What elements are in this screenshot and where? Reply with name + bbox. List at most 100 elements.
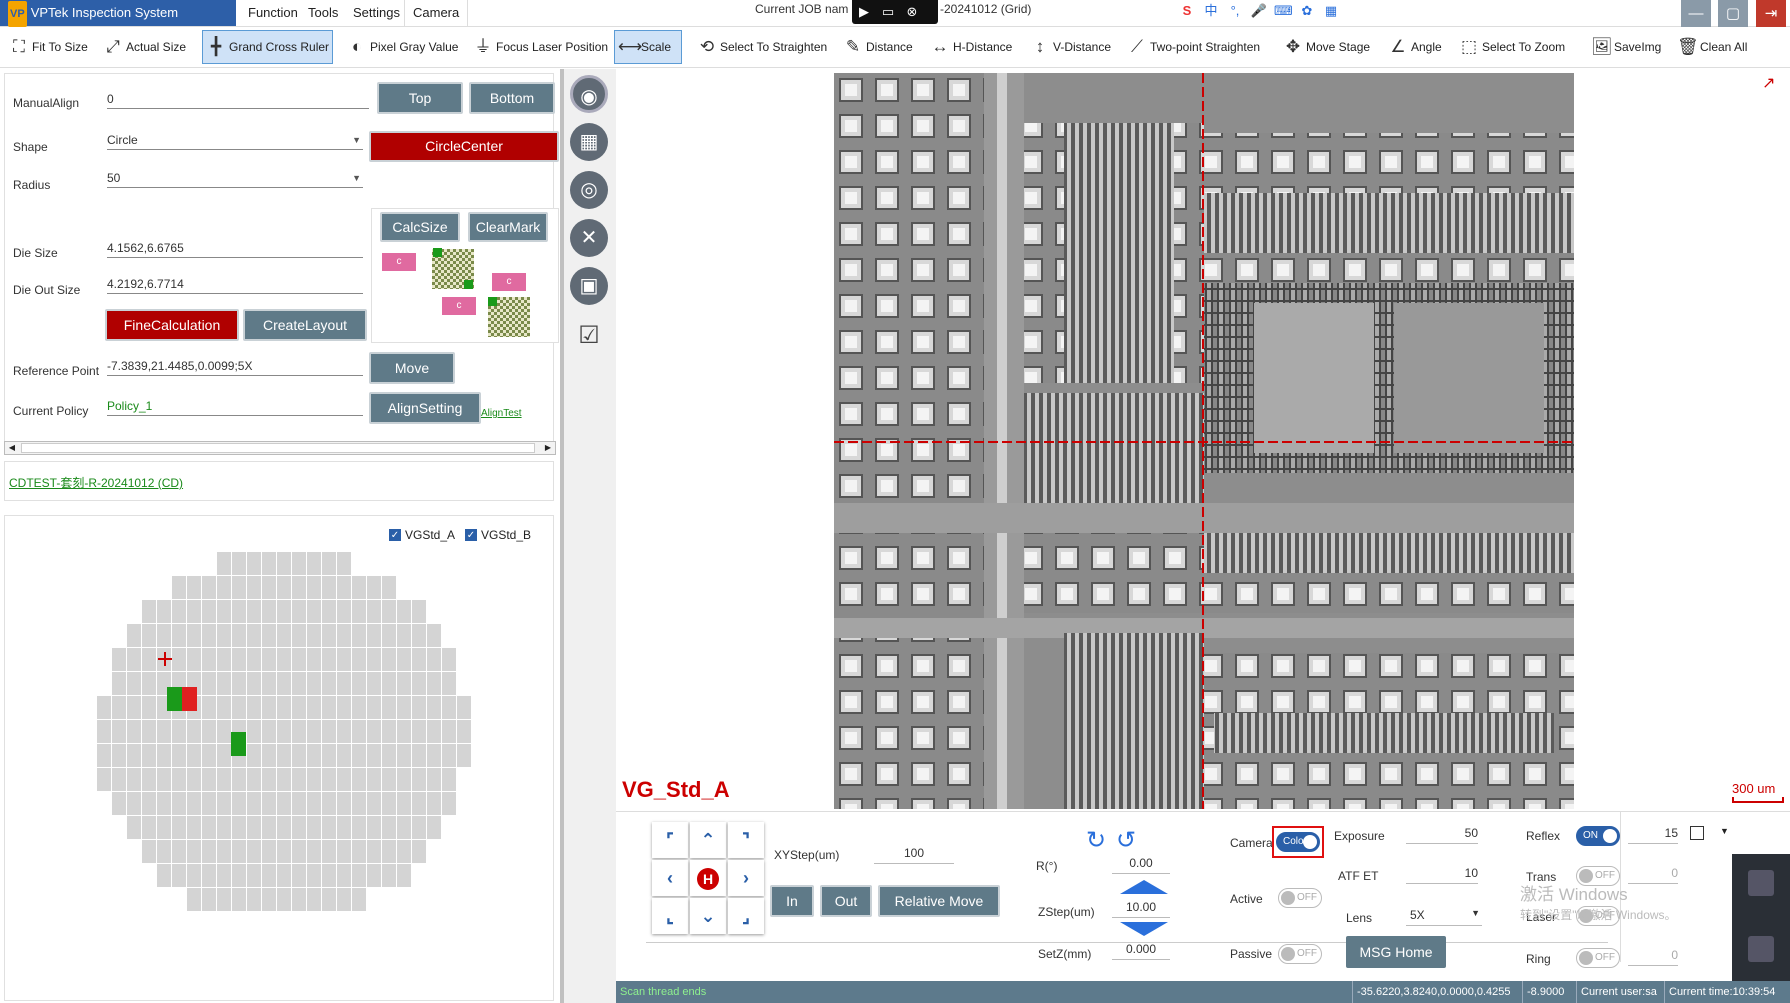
wafer-die[interactable] [322, 768, 336, 791]
wafer-die[interactable] [307, 552, 321, 575]
wafer-die[interactable] [322, 624, 336, 647]
wafer-die[interactable] [202, 792, 216, 815]
maximize-button[interactable]: ▢ [1718, 0, 1748, 27]
wafer-die[interactable] [262, 768, 276, 791]
wafer-die[interactable] [247, 864, 261, 887]
wafer-die[interactable] [142, 744, 156, 767]
wafer-die[interactable] [217, 624, 231, 647]
move-stage-button[interactable]: ✥ Move Stage [1280, 30, 1373, 64]
wafer-die[interactable] [142, 672, 156, 695]
wafer-die[interactable] [337, 672, 351, 695]
wafer-die[interactable] [262, 840, 276, 863]
msg-home-button[interactable]: MSG Home [1346, 936, 1446, 968]
wafer-die[interactable] [322, 648, 336, 671]
move-button[interactable]: Move [369, 352, 455, 384]
wafer-die[interactable] [277, 840, 291, 863]
wafer-die[interactable] [397, 624, 411, 647]
wafer-die[interactable] [292, 696, 306, 719]
align-setting-button[interactable]: AlignSetting [369, 392, 481, 424]
wafer-die[interactable] [382, 816, 396, 839]
wafer-die[interactable] [367, 840, 381, 863]
wafer-die[interactable] [217, 888, 231, 911]
wafer-die[interactable] [337, 600, 351, 623]
relative-move-button[interactable]: Relative Move [878, 885, 1000, 917]
h-distance-button[interactable]: ↔ H-Distance [927, 30, 1015, 64]
wafer-die[interactable] [352, 720, 366, 743]
wafer-die[interactable] [307, 720, 321, 743]
wafer-die[interactable] [397, 792, 411, 815]
die-out-size-input[interactable]: 4.2192,6.7714 [107, 274, 363, 294]
wafer-die-grid[interactable] [97, 552, 471, 911]
wafer-die[interactable] [277, 600, 291, 623]
wafer-die[interactable] [157, 624, 171, 647]
move-up-right-icon[interactable]: ⌝ [728, 822, 764, 858]
wafer-die[interactable] [247, 792, 261, 815]
wafer-die[interactable] [427, 672, 441, 695]
wafer-die[interactable] [442, 792, 456, 815]
wafer-die[interactable] [112, 792, 126, 815]
v-distance-button[interactable]: ↕ V-Distance [1027, 30, 1114, 64]
wafer-die[interactable] [247, 600, 261, 623]
wafer-die[interactable] [292, 888, 306, 911]
wafer-die[interactable] [112, 672, 126, 695]
wafer-die[interactable] [202, 624, 216, 647]
wafer-die[interactable] [142, 624, 156, 647]
grid-menu-icon[interactable]: ▦ [1322, 2, 1340, 20]
wafer-die[interactable] [397, 768, 411, 791]
wafer-die[interactable] [157, 720, 171, 743]
wafer-die[interactable] [337, 576, 351, 599]
wafer-die[interactable] [352, 864, 366, 887]
wafer-die[interactable] [142, 696, 156, 719]
wafer-die[interactable] [367, 768, 381, 791]
wafer-die[interactable] [352, 744, 366, 767]
image-frame-icon[interactable]: ▣ [570, 267, 608, 305]
wafer-die[interactable] [322, 888, 336, 911]
wafer-die[interactable] [292, 672, 306, 695]
wafer-die[interactable] [277, 696, 291, 719]
wafer-die[interactable] [142, 720, 156, 743]
home-button[interactable]: H [690, 860, 726, 896]
scrollbar-thumb[interactable] [21, 443, 535, 453]
wafer-die[interactable] [322, 600, 336, 623]
exposure-input[interactable]: 50 [1406, 826, 1478, 844]
wafer-die[interactable] [412, 744, 426, 767]
wafer-die[interactable] [277, 816, 291, 839]
wafer-die[interactable] [277, 864, 291, 887]
wafer-die[interactable] [262, 864, 276, 887]
wafer-die[interactable] [292, 648, 306, 671]
wafer-die[interactable] [322, 552, 336, 575]
wafer-die[interactable] [157, 768, 171, 791]
align-test-link[interactable]: AlignTest [481, 408, 522, 419]
wafer-die[interactable] [157, 840, 171, 863]
wafer-die[interactable] [187, 864, 201, 887]
move-left-icon[interactable]: ‹ [652, 860, 688, 896]
wafer-die[interactable] [262, 648, 276, 671]
wafer-die[interactable] [112, 696, 126, 719]
wafer-die[interactable] [352, 792, 366, 815]
minimize-button[interactable]: — [1681, 0, 1711, 27]
save-image-button[interactable]: 🖼 SaveImg [1588, 30, 1664, 64]
wafer-die[interactable] [172, 720, 186, 743]
distance-button[interactable]: ✎ Distance [840, 30, 916, 64]
wafer-die[interactable] [412, 624, 426, 647]
wafer-die[interactable] [277, 576, 291, 599]
wafer-die[interactable] [157, 792, 171, 815]
active-toggle[interactable]: OFF [1278, 888, 1322, 908]
wafer-die[interactable] [292, 768, 306, 791]
wafer-die[interactable] [427, 768, 441, 791]
wafer-die[interactable] [292, 840, 306, 863]
move-down-icon[interactable]: ⌄ [690, 898, 726, 934]
wafer-die[interactable] [232, 600, 246, 623]
wafer-die[interactable] [307, 696, 321, 719]
ime-punct-icon[interactable]: °, [1226, 2, 1244, 20]
atf-input[interactable]: 10 [1406, 866, 1478, 884]
grand-cross-ruler-button[interactable]: ╋ Grand Cross Ruler [202, 30, 334, 64]
wafer-die[interactable] [217, 768, 231, 791]
wafer-die[interactable] [442, 696, 456, 719]
wafer-die[interactable] [127, 744, 141, 767]
wafer-die[interactable] [397, 840, 411, 863]
reflex-toggle[interactable]: ON [1576, 826, 1620, 846]
wafer-die[interactable] [277, 552, 291, 575]
wafer-die[interactable] [247, 576, 261, 599]
wafer-die[interactable] [232, 624, 246, 647]
